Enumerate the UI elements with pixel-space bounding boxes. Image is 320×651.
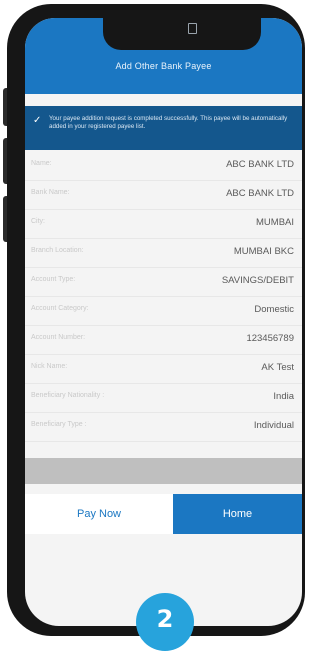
pay-now-button[interactable]: Pay Now [25,494,173,534]
home-button[interactable]: Home [173,494,302,534]
success-banner: ✓ Your payee addition request is complet… [25,106,302,150]
detail-row-account-number: Account Number: 123456789 [25,326,302,355]
detail-value: AK Test [261,362,294,373]
detail-label: Branch Location: [31,247,84,254]
step-badge: 2 [136,593,194,651]
detail-value: Domestic [254,304,294,315]
payee-details: Name: ABC BANK LTD Bank Name: ABC BANK L… [25,152,302,442]
detail-label: Account Type: [31,276,76,283]
detail-row-account-category: Account Category: Domestic [25,297,302,326]
detail-row-city: City: MUMBAI [25,210,302,239]
app-screen: Add Other Bank Payee ✓ Your payee additi… [25,18,302,626]
detail-row-beneficiary-type: Beneficiary Type : Individual [25,413,302,442]
detail-label: Beneficiary Nationality : [31,392,105,399]
detail-label: Name: [31,160,52,167]
phone-frame: Add Other Bank Payee ✓ Your payee additi… [7,4,305,636]
check-icon: ✓ [33,115,42,126]
detail-value: ABC BANK LTD [226,188,294,199]
info-strip [25,458,302,484]
detail-value: ABC BANK LTD [226,159,294,170]
action-bar: Pay Now Home [25,494,302,534]
detail-row-nick-name: Nick Name: AK Test [25,355,302,384]
detail-value: Individual [253,420,294,431]
detail-label: Beneficiary Type : [31,421,87,428]
detail-label: City: [31,218,45,225]
detail-label: Nick Name: [31,363,68,370]
detail-row-account-type: Account Type: SAVINGS/DEBIT [25,268,302,297]
phone-notch [103,18,261,50]
detail-label: Account Number: [31,334,86,341]
detail-value: MUMBAI BKC [233,246,294,257]
detail-row-bank-name: Bank Name: ABC BANK LTD [25,181,302,210]
detail-value: 123456789 [246,333,294,344]
detail-value: SAVINGS/DEBIT [221,275,294,286]
detail-row-branch-location: Branch Location: MUMBAI BKC [25,239,302,268]
success-message: Your payee addition request is completed… [49,115,288,130]
page-title: Add Other Bank Payee [115,61,212,71]
camera-icon [188,23,197,34]
detail-row-beneficiary-nationality: Beneficiary Nationality : India [25,384,302,413]
detail-row-name: Name: ABC BANK LTD [25,152,302,181]
detail-value: India [273,391,294,402]
detail-label: Bank Name: [31,189,70,196]
detail-label: Account Category: [31,305,89,312]
detail-value: MUMBAI [256,217,294,228]
